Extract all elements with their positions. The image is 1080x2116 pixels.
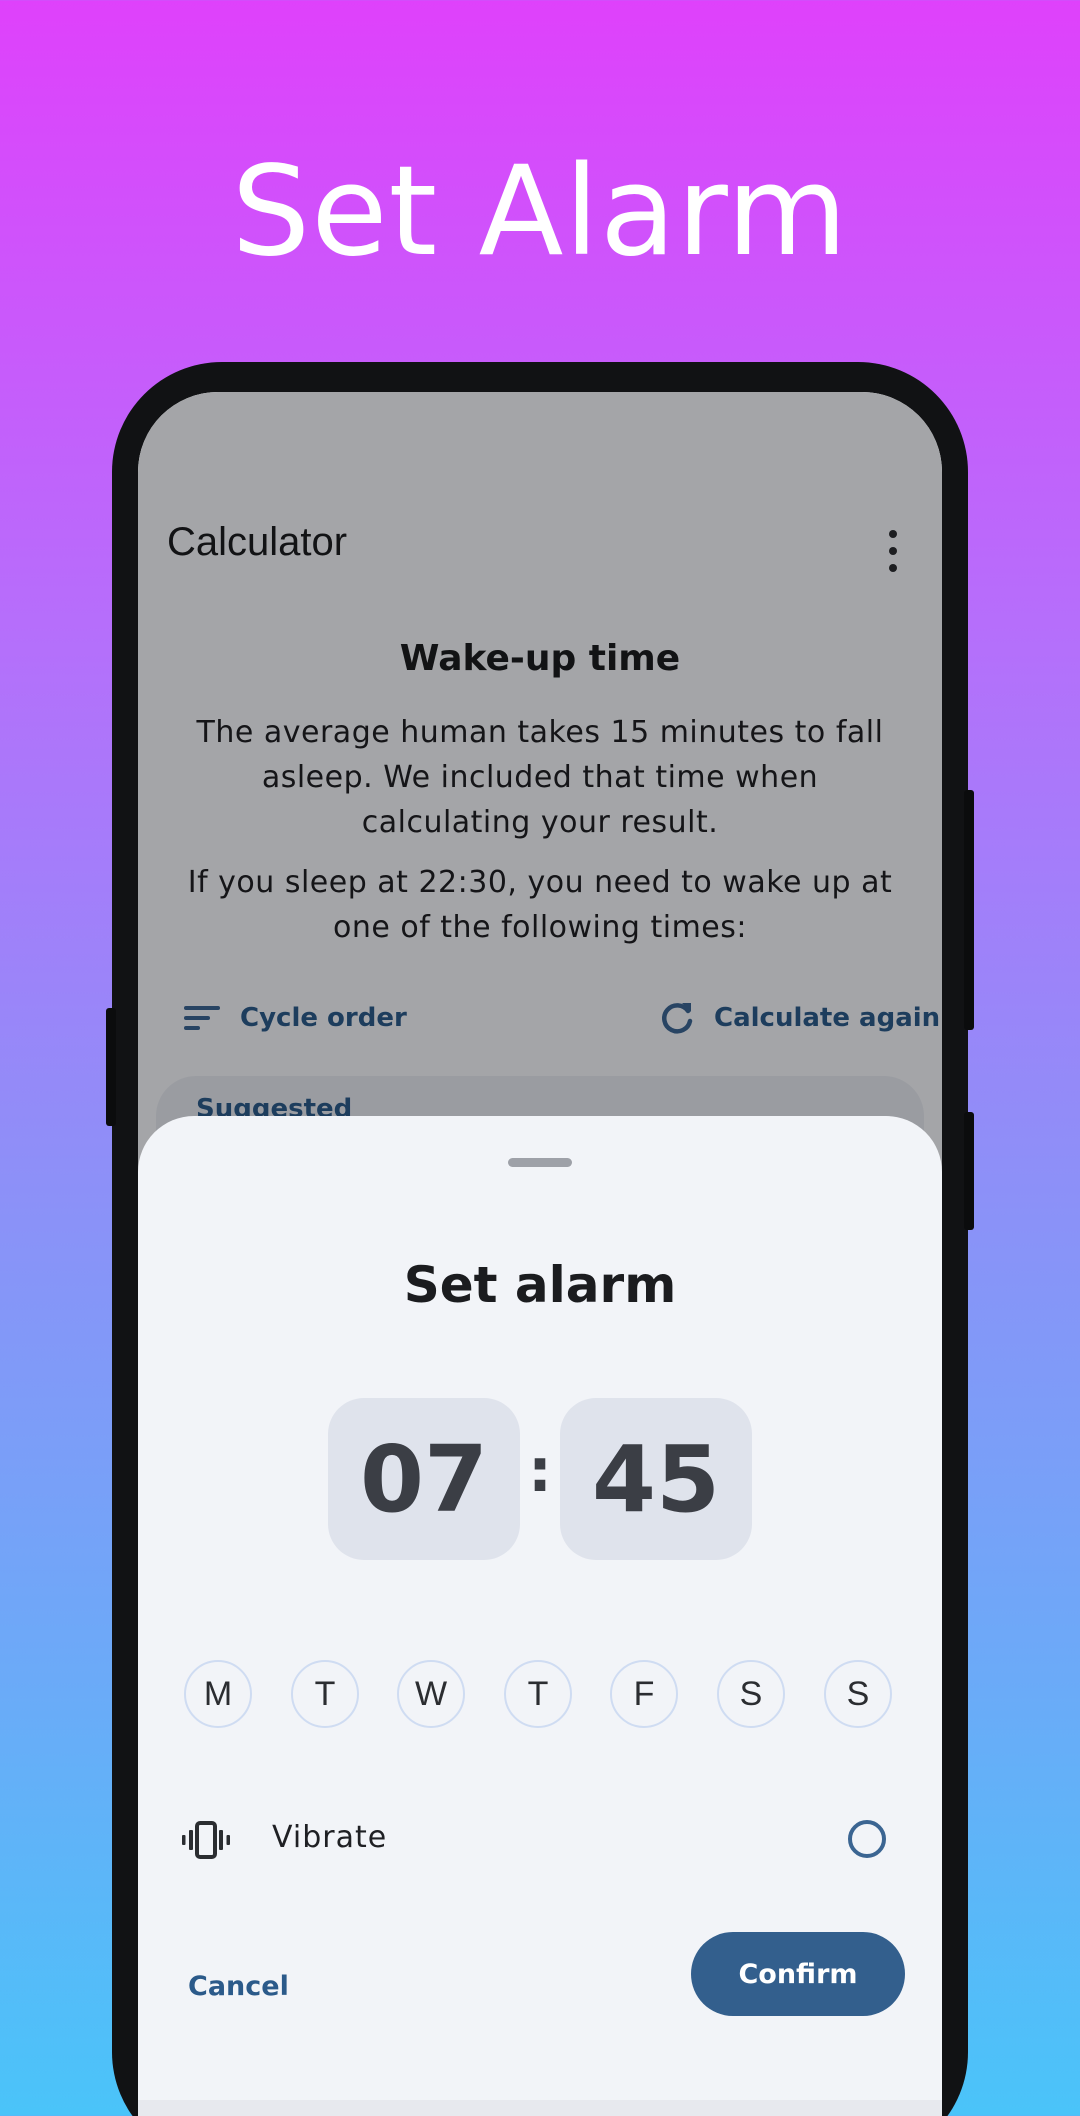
day-toggle-monday[interactable]: M xyxy=(184,1660,252,1728)
navigation-bar xyxy=(138,2100,942,2116)
phone-power-button xyxy=(964,790,974,1030)
phone-volume-button xyxy=(106,1008,116,1126)
time-separator: : xyxy=(528,1436,552,1506)
promo-headline: Set Alarm xyxy=(231,140,849,284)
phone-screen: Calculator Wake-up time The average huma… xyxy=(138,392,942,2116)
day-toggle-sunday[interactable]: S xyxy=(824,1660,892,1728)
day-toggle-thursday[interactable]: T xyxy=(504,1660,572,1728)
sheet-title: Set alarm xyxy=(403,1256,677,1314)
day-toggle-wednesday[interactable]: W xyxy=(397,1660,465,1728)
day-toggle-friday[interactable]: F xyxy=(610,1660,678,1728)
set-alarm-sheet: Set alarm 07 : 45 M T W T F S S Vibrate … xyxy=(138,1116,942,2116)
vibrate-row[interactable]: Vibrate xyxy=(138,1806,942,1876)
minute-picker[interactable]: 45 xyxy=(560,1398,752,1560)
drag-handle[interactable] xyxy=(508,1158,572,1167)
phone-side-button xyxy=(964,1112,974,1230)
hour-picker[interactable]: 07 xyxy=(328,1398,520,1560)
vibrate-label: Vibrate xyxy=(272,1820,388,1855)
vibrate-radio[interactable] xyxy=(848,1820,886,1858)
day-toggle-tuesday[interactable]: T xyxy=(291,1660,359,1728)
confirm-button[interactable]: Confirm xyxy=(691,1932,905,2016)
day-toggle-saturday[interactable]: S xyxy=(717,1660,785,1728)
vibrate-icon xyxy=(182,1821,230,1859)
cancel-button[interactable]: Cancel xyxy=(188,1971,289,2002)
